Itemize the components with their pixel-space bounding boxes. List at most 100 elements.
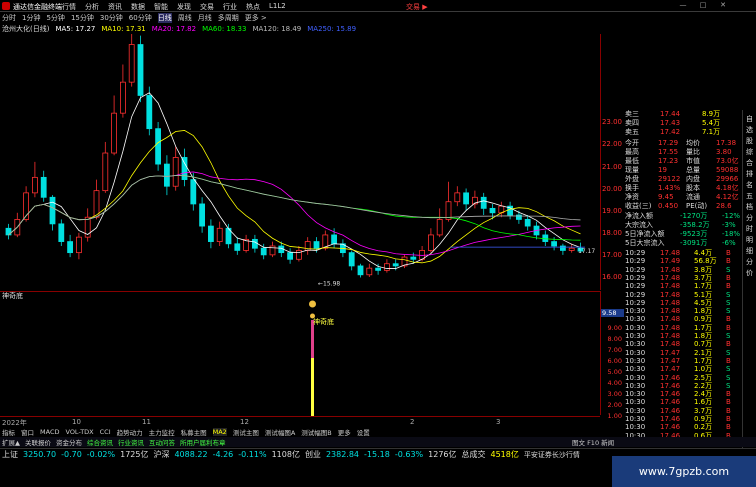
candle-body xyxy=(67,241,73,254)
stat-label: 流通 xyxy=(686,193,700,201)
tick-row: 10:30 17.46 0.2万 B xyxy=(624,423,742,431)
menu-item-3[interactable]: 数据 xyxy=(131,2,145,12)
period-tab-4[interactable]: 30分钟 xyxy=(100,13,123,23)
stat-label: 收益(三) xyxy=(625,202,652,210)
maximize-icon[interactable]: □ xyxy=(694,1,712,10)
trade-menu[interactable]: 交易 ▶ xyxy=(406,2,428,12)
side-tab-char[interactable]: 名 xyxy=(746,180,753,190)
period-tab-2[interactable]: 5分钟 xyxy=(46,13,64,23)
side-tab-char[interactable]: 股 xyxy=(746,136,753,146)
side-tab-char[interactable]: 分 xyxy=(746,213,753,223)
ext-tab-5[interactable]: 互动问答 xyxy=(149,437,175,447)
index-name[interactable]: 上证 xyxy=(2,449,18,460)
indicator-tab-11[interactable]: 测试幅图B xyxy=(301,427,331,437)
tick-volume: 1.7万 xyxy=(694,356,713,365)
period-tab-5[interactable]: 60分钟 xyxy=(129,13,152,23)
indicator-tab-0[interactable]: 指标 xyxy=(2,427,15,437)
tick-time: 10:30 xyxy=(625,381,646,390)
side-tab-char[interactable]: 分 xyxy=(746,257,753,267)
indicator-title: 神奇底 xyxy=(2,292,23,300)
candle-body xyxy=(102,152,109,192)
menu-item-0[interactable]: 行情 xyxy=(62,2,76,12)
close-icon[interactable]: ✕ xyxy=(714,1,732,10)
ma20-label: MA20: 17.82 xyxy=(151,25,197,33)
period-tab-1[interactable]: 1分钟 xyxy=(22,13,40,23)
date-tick: 10 xyxy=(72,418,81,426)
ext-tab-4[interactable]: 行业资讯 xyxy=(118,437,144,447)
side-tab-char[interactable]: 档 xyxy=(746,202,753,212)
tick-side: B xyxy=(726,273,731,282)
tick-price: 17.46 xyxy=(660,390,681,399)
side-tab-char[interactable]: 合 xyxy=(746,158,753,168)
flow-pct: -12% xyxy=(722,212,741,220)
indicator-tab-4[interactable]: CCI xyxy=(100,428,111,436)
period-tab-8[interactable]: 月线 xyxy=(198,13,212,23)
tick-price: 17.46 xyxy=(660,381,681,390)
ext-tab-3[interactable]: 综合资讯 xyxy=(87,437,113,447)
ext-tab-0[interactable]: 扩展▲ xyxy=(2,437,20,447)
ext-tab-6[interactable]: 所用户届利布章 xyxy=(180,437,226,447)
indicator-panel[interactable] xyxy=(0,291,600,416)
tick-time: 10:30 xyxy=(625,332,646,340)
indicator-tick: 6.00 xyxy=(607,357,622,365)
stat-row: 今开 17.29 均价 17.38 xyxy=(624,139,742,147)
flow-pct: -3% xyxy=(722,221,736,229)
ext-tab-2[interactable]: 资金分布 xyxy=(56,437,82,447)
menu-item-4[interactable]: 智能 xyxy=(154,2,168,12)
f10-links[interactable]: 图文 F10 新闻 xyxy=(572,437,614,447)
stat-value: 17.38 xyxy=(716,139,737,147)
indicator-tab-6[interactable]: 主力监控 xyxy=(149,427,175,437)
index-name[interactable]: 创业 xyxy=(305,449,321,460)
period-tab-9[interactable]: 多周期 xyxy=(218,13,239,23)
menu-item-6[interactable]: 交易 xyxy=(200,2,214,12)
side-tab-char[interactable]: 自 xyxy=(746,114,753,124)
candle-body xyxy=(287,252,294,260)
period-tab-10[interactable]: 更多 > xyxy=(245,13,267,23)
indicator-tab-13[interactable]: 设置 xyxy=(357,427,370,437)
menu-item-2[interactable]: 资讯 xyxy=(108,2,122,12)
stat-label: 最高 xyxy=(625,148,639,156)
indicator-tab-1[interactable]: 窗口 xyxy=(21,427,34,437)
side-tab-char[interactable]: 五 xyxy=(746,191,753,201)
ask-price: 17.42 xyxy=(660,128,681,136)
period-tab-0[interactable]: 分时 xyxy=(2,13,16,23)
index-change: -0.70 xyxy=(61,450,82,459)
side-tab-char[interactable]: 时 xyxy=(746,224,753,234)
indicator-tab-5[interactable]: 趋势动力 xyxy=(117,427,143,437)
period-tab-6[interactable]: 日线 xyxy=(157,12,172,23)
stat-value: 3.80 xyxy=(716,148,732,156)
period-tab-7[interactable]: 周线 xyxy=(178,13,192,23)
indicator-tick: 4.00 xyxy=(607,379,622,387)
side-tab-char[interactable]: 细 xyxy=(746,246,753,256)
stat-value: 59088 xyxy=(716,166,739,174)
side-tab-char[interactable]: 明 xyxy=(746,235,753,245)
tick-row: 10:30 17.46 0.9万 B xyxy=(624,415,742,423)
menu-item-8[interactable]: 热点 xyxy=(246,2,260,12)
menu-item-5[interactable]: 发现 xyxy=(177,2,191,12)
indicator-tab-12[interactable]: 更多 xyxy=(338,427,351,437)
indicator-tab-8[interactable]: MA2 xyxy=(212,428,227,436)
ext-tab-1[interactable]: 关联报价 xyxy=(25,437,51,447)
ma5-line xyxy=(8,92,581,269)
menu-item-1[interactable]: 分析 xyxy=(85,2,99,12)
menu-item-9[interactable]: L1L2 xyxy=(269,2,286,12)
index-name[interactable]: 沪深 xyxy=(153,449,169,460)
side-tab-char[interactable]: 选 xyxy=(746,125,753,135)
indicator-tab-10[interactable]: 测试幅图A xyxy=(265,427,295,437)
indicator-tab-7[interactable]: 私募主图 xyxy=(181,427,207,437)
indicator-tab-2[interactable]: MACD xyxy=(40,428,59,436)
candle-body xyxy=(357,265,364,276)
tick-time: 10:29 xyxy=(625,249,646,257)
minimize-icon[interactable]: — xyxy=(674,1,692,10)
indicator-tab-3[interactable]: VOL-TDX xyxy=(65,428,93,436)
index-name[interactable]: 总成交 xyxy=(462,449,486,460)
menu-item-7[interactable]: 行业 xyxy=(223,2,237,12)
side-tab-char[interactable]: 综 xyxy=(746,147,753,157)
price-tick: 20.00 xyxy=(601,185,622,193)
tick-volume: 56.8万 xyxy=(694,257,717,266)
side-tab-char[interactable]: 价 xyxy=(746,268,753,278)
period-tab-3[interactable]: 15分钟 xyxy=(71,13,94,23)
indicator-tab-9[interactable]: 测试主图 xyxy=(233,427,259,437)
side-tab-char[interactable]: 排 xyxy=(746,169,753,179)
kline-chart[interactable]: ←28.88←15.9817.17 xyxy=(0,34,600,290)
